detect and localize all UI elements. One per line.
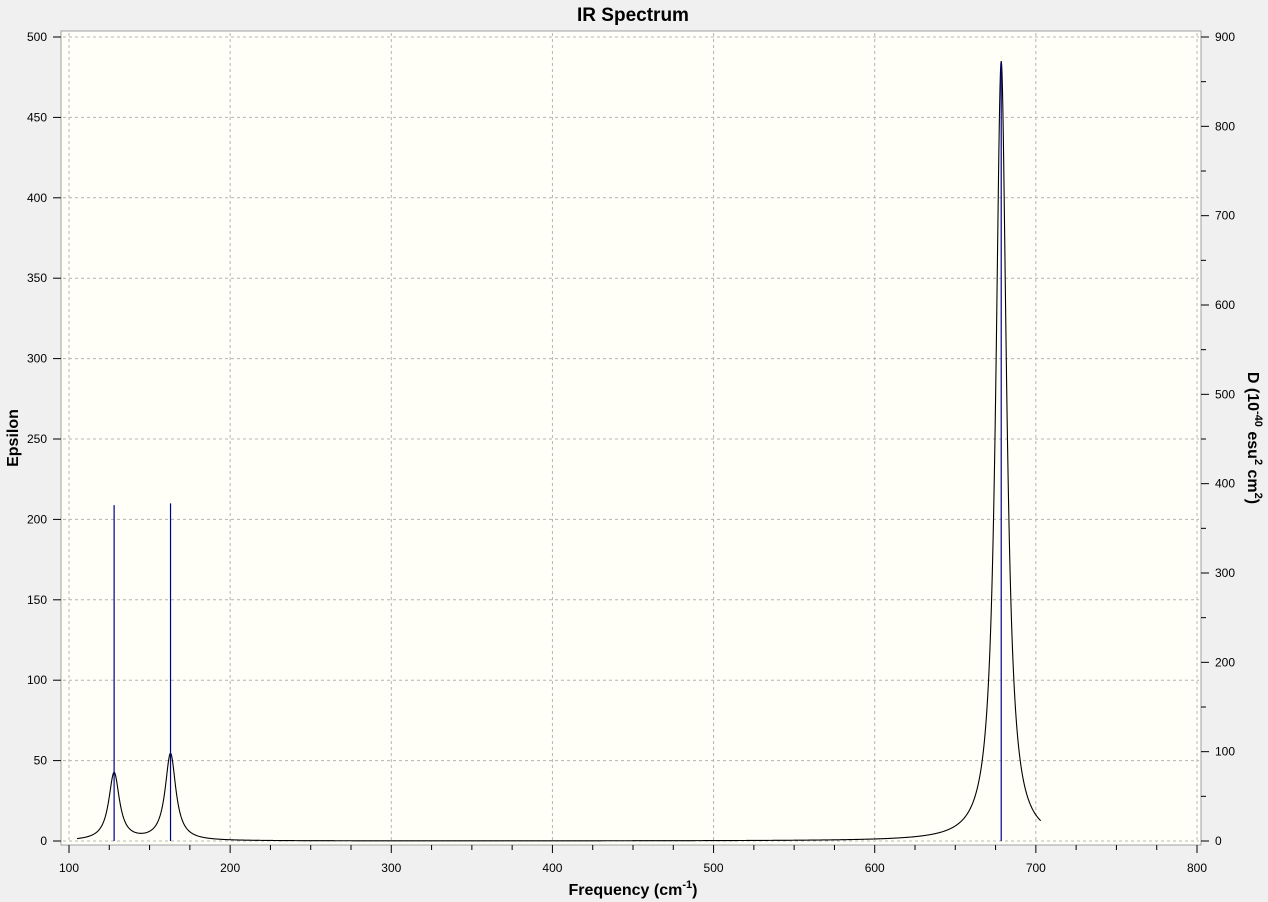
y-left-tick-label: 0 [40,834,47,848]
y-right-tick-label: 400 [1215,477,1235,491]
y-right-tick-label: 700 [1215,209,1235,223]
x-tick-label: 200 [220,861,240,875]
x-tick-label: 100 [59,861,79,875]
y-left-tick-label: 200 [27,512,47,526]
y-left-tick-label: 450 [27,110,47,124]
ir-spectrum-chart: 100 200 300 400 500 600 700 800 0 50 100 150 200 250 3… [5,5,1264,899]
y-right-tick-label: 800 [1215,119,1235,133]
y-left-tick-label: 350 [27,271,47,285]
y-left-tick-label: 500 [27,30,47,44]
x-tick-label: 300 [381,861,401,875]
y-left-tick-label: 400 [27,191,47,205]
y-left-tick-label: 100 [27,673,47,687]
y-left-tick-label: 300 [27,352,47,366]
y-left-tick-label: 50 [34,754,48,768]
y-right-tick-label: 500 [1215,387,1235,401]
x-tick-label: 600 [865,861,885,875]
x-tick-label: 800 [1187,861,1207,875]
y-right-axis-label: D (10-40 esu2 cm2) [1244,372,1264,504]
chart-title: IR Spectrum [577,5,689,26]
y-left-tick-label: 250 [27,432,47,446]
y-right-tick-label: 200 [1215,655,1235,669]
y-left-axis-label: Epsilon [5,409,22,467]
y-right-tick-label: 100 [1215,745,1235,759]
x-tick-label: 400 [542,861,562,875]
y-right-tick-label: 600 [1215,298,1235,312]
y-right-tick-label: 300 [1215,566,1235,580]
y-left-tick-label: 150 [27,593,47,607]
y-right-tick-label: 0 [1215,834,1222,848]
plot-area [60,30,1202,846]
y-right-tick-label: 900 [1215,30,1235,44]
x-tick-label: 700 [1026,861,1046,875]
x-axis-label: Frequency (cm-1) [569,879,698,899]
x-tick-label: 500 [704,861,724,875]
